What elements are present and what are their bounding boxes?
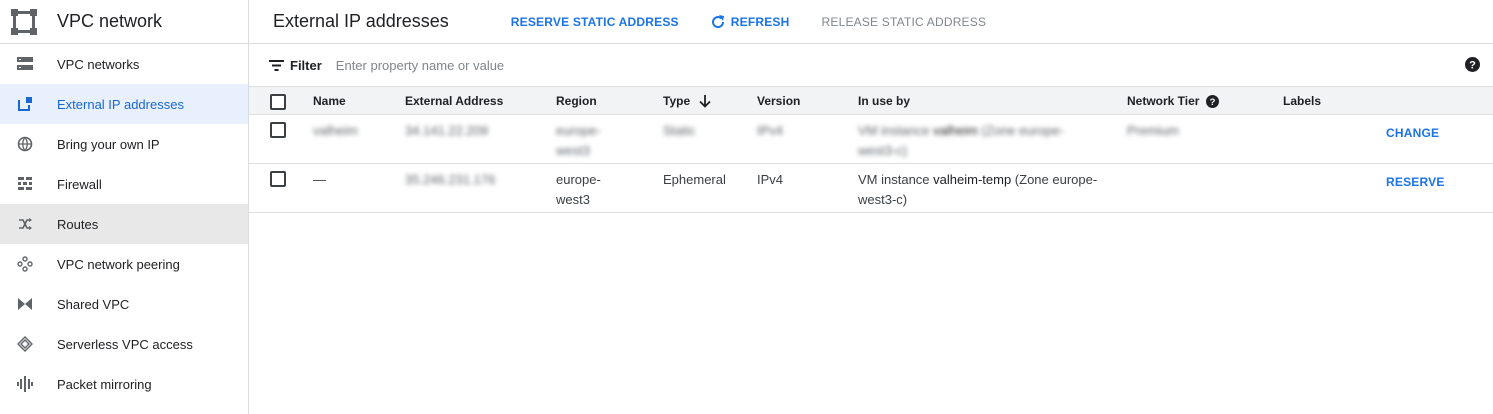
serverless-icon bbox=[16, 335, 34, 353]
sidebar-item-vpc-network-peering[interactable]: VPC network peering bbox=[0, 244, 248, 284]
column-header-region[interactable]: Region bbox=[556, 87, 597, 115]
row-external-address: 34.141.22.209 bbox=[405, 123, 489, 138]
row-region-line-1: europe- bbox=[556, 123, 601, 138]
sidebar-item-label: VPC networks bbox=[57, 56, 140, 72]
column-header-network-tier-label: Network Tier bbox=[1127, 94, 1200, 108]
row-type: Ephemeral bbox=[663, 172, 726, 187]
sidebar-item-label: Firewall bbox=[57, 176, 102, 192]
firewall-icon bbox=[16, 175, 34, 193]
routes-icon bbox=[16, 215, 34, 233]
filter-label: Filter bbox=[290, 57, 322, 73]
table-row: valheim 34.141.22.209 europe- west3 Stat… bbox=[249, 115, 1493, 164]
row-checkbox[interactable] bbox=[270, 122, 286, 138]
column-header-version[interactable]: Version bbox=[757, 87, 800, 115]
row-in-use-by: VM instance valheim-temp (Zone europe- w… bbox=[858, 170, 1097, 210]
sidebar-item-firewall[interactable]: Firewall bbox=[0, 164, 248, 204]
row-instance-link[interactable]: valheim-temp bbox=[933, 172, 1011, 187]
row-in-use-by: VM instance valheim (Zone europe- west3-… bbox=[858, 121, 1064, 161]
reserve-static-address-button[interactable]: RESERVE STATIC ADDRESS bbox=[511, 15, 679, 29]
sidebar: VPC network VPC networks External IP add… bbox=[0, 0, 249, 414]
row-name: — bbox=[313, 172, 326, 187]
select-all-checkbox[interactable] bbox=[270, 94, 286, 110]
row-name: valheim bbox=[313, 123, 358, 138]
sidebar-item-external-ip-addresses[interactable]: External IP addresses bbox=[0, 84, 248, 124]
sidebar-item-routes[interactable]: Routes bbox=[0, 204, 248, 244]
row-external-address: 35.246.231.176 bbox=[405, 172, 496, 187]
peering-icon bbox=[16, 255, 34, 273]
sidebar-item-label: External IP addresses bbox=[57, 96, 184, 112]
sidebar-item-label: Serverless VPC access bbox=[57, 336, 193, 352]
sidebar-item-serverless-vpc-access[interactable]: Serverless VPC access bbox=[0, 324, 248, 364]
row-in-use-line-2: west3-c) bbox=[858, 192, 908, 207]
column-header-in-use-by[interactable]: In use by bbox=[858, 87, 910, 115]
column-header-external-address[interactable]: External Address bbox=[405, 87, 503, 115]
svg-text:?: ? bbox=[1210, 97, 1216, 108]
row-region: europe- west3 bbox=[556, 121, 601, 161]
globe-icon bbox=[16, 135, 34, 153]
refresh-label: REFRESH bbox=[730, 14, 790, 29]
ip-address-table: Name External Address Region Type Versio… bbox=[249, 86, 1493, 213]
row-in-use-prefix: VM instance bbox=[858, 123, 934, 138]
change-button[interactable]: CHANGE bbox=[1386, 123, 1439, 143]
row-in-use-prefix: VM instance bbox=[858, 172, 934, 187]
row-region-line-1: europe- bbox=[556, 172, 601, 187]
row-network-tier: Premium bbox=[1127, 123, 1180, 138]
sidebar-item-label: Shared VPC bbox=[57, 296, 130, 312]
help-icon[interactable]: ? bbox=[1206, 94, 1220, 108]
column-header-name[interactable]: Name bbox=[313, 87, 346, 115]
release-static-address-button[interactable]: RELEASE STATIC ADDRESS bbox=[822, 15, 987, 29]
filter-icon bbox=[269, 59, 284, 71]
sidebar-item-bring-your-own-ip[interactable]: Bring your own IP bbox=[0, 124, 248, 164]
refresh-icon bbox=[711, 14, 725, 29]
row-region: europe- west3 bbox=[556, 170, 601, 210]
table-header: Name External Address Region Type Versio… bbox=[249, 86, 1493, 115]
refresh-button[interactable]: REFRESH bbox=[711, 14, 790, 29]
filter-bar: Filter ? bbox=[249, 44, 1493, 86]
filter-input[interactable] bbox=[335, 57, 736, 73]
row-type: Static bbox=[663, 123, 696, 138]
sidebar-title: VPC network bbox=[57, 11, 163, 31]
row-in-use-suffix: (Zone europe- bbox=[1011, 172, 1098, 187]
packet-mirroring-icon bbox=[16, 375, 34, 393]
column-header-network-tier[interactable]: Network Tier ? bbox=[1127, 87, 1220, 115]
vpc-network-logo-icon bbox=[11, 8, 37, 35]
row-instance-link[interactable]: valheim bbox=[933, 123, 978, 138]
sidebar-item-shared-vpc[interactable]: Shared VPC bbox=[0, 284, 248, 324]
sidebar-header: VPC network bbox=[0, 0, 248, 44]
external-ip-icon bbox=[16, 95, 34, 113]
vpc-networks-icon bbox=[16, 55, 34, 73]
row-version: IPv4 bbox=[757, 172, 784, 187]
sidebar-item-vpc-networks[interactable]: VPC networks bbox=[0, 44, 248, 84]
column-header-labels[interactable]: Labels bbox=[1283, 87, 1321, 115]
reserve-button[interactable]: RESERVE bbox=[1386, 172, 1445, 192]
row-in-use-suffix: (Zone europe- bbox=[977, 123, 1064, 138]
page-header: External IP addresses RESERVE STATIC ADD… bbox=[249, 0, 1493, 44]
svg-text:?: ? bbox=[1469, 60, 1476, 72]
row-region-line-2: west3 bbox=[556, 143, 590, 158]
sidebar-item-packet-mirroring[interactable]: Packet mirroring bbox=[0, 364, 248, 404]
table-row: — 35.246.231.176 europe- west3 Ephemeral… bbox=[249, 164, 1493, 213]
sidebar-item-label: VPC network peering bbox=[57, 256, 180, 272]
page-title: External IP addresses bbox=[273, 11, 449, 31]
sidebar-item-label: Bring your own IP bbox=[57, 136, 160, 152]
column-header-type-label: Type bbox=[663, 94, 691, 108]
sidebar-item-label: Packet mirroring bbox=[57, 376, 152, 392]
shared-vpc-icon bbox=[16, 295, 34, 313]
row-checkbox[interactable] bbox=[270, 171, 286, 187]
help-icon[interactable]: ? bbox=[1465, 57, 1480, 75]
row-version: IPv4 bbox=[757, 123, 784, 138]
row-in-use-line-2: west3-c) bbox=[858, 143, 908, 158]
column-header-type[interactable]: Type bbox=[663, 87, 711, 115]
sidebar-item-label: Routes bbox=[57, 216, 99, 232]
row-region-line-2: west3 bbox=[556, 192, 590, 207]
sort-arrow-down-icon bbox=[699, 94, 711, 108]
